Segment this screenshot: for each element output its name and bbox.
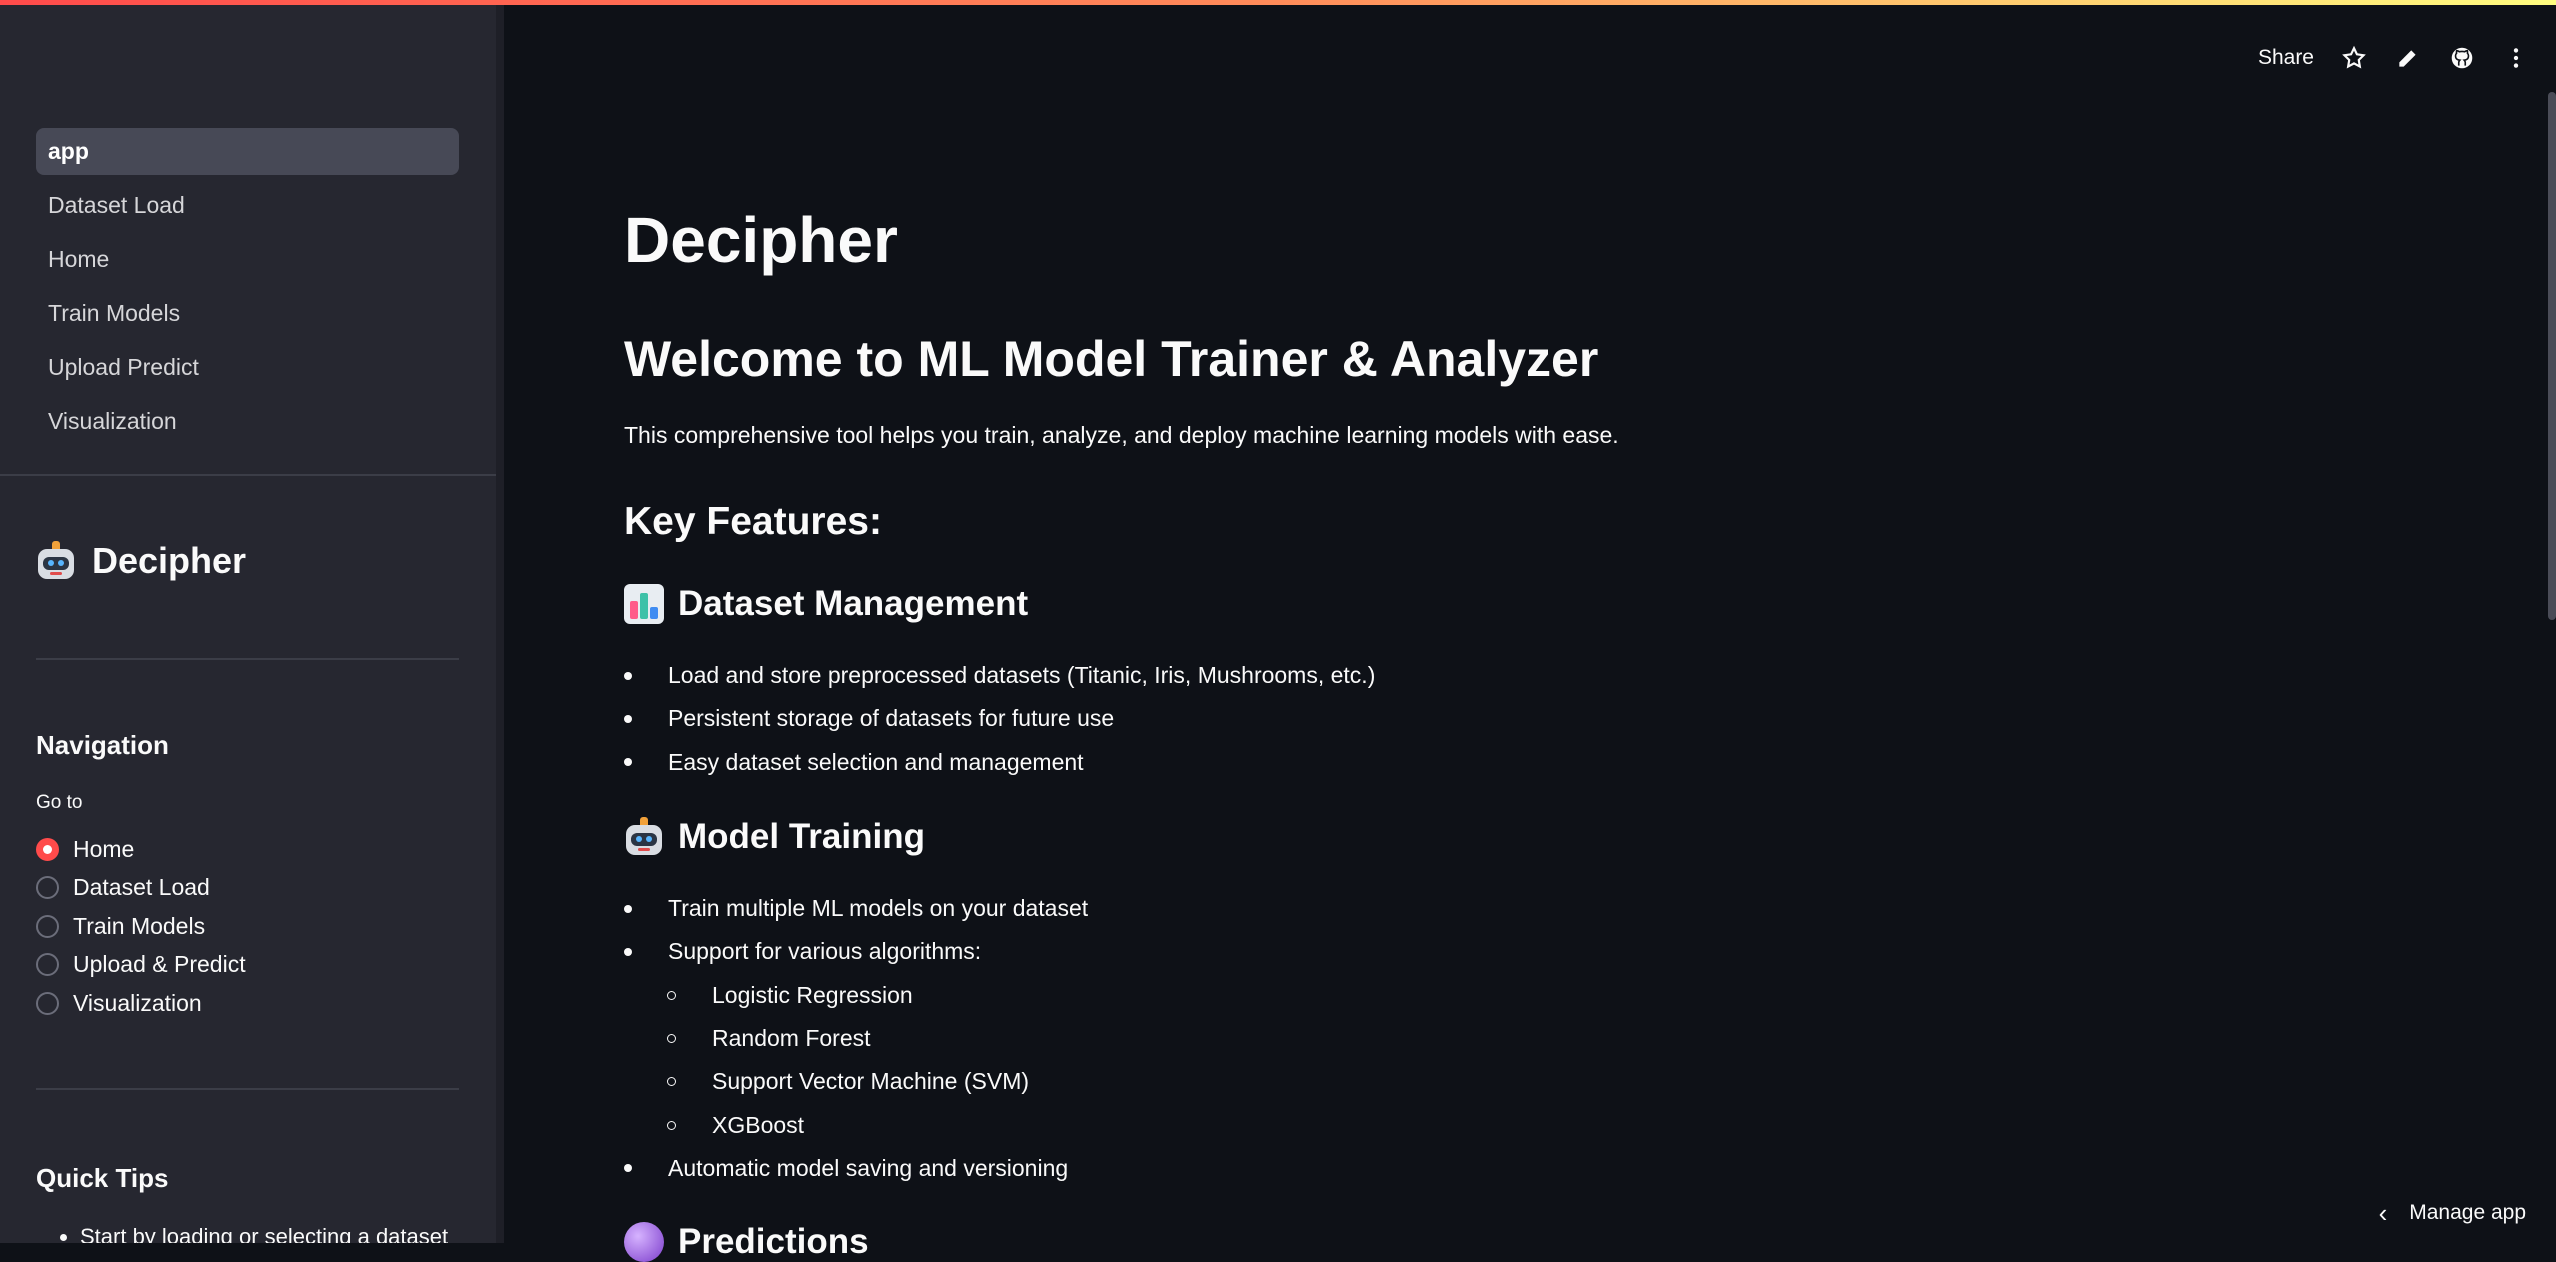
welcome-heading: Welcome to ML Model Trainer & Analyzer <box>624 330 1598 388</box>
page-title: Decipher <box>624 203 898 277</box>
list-item: Train multiple ML models on your dataset <box>624 887 1088 930</box>
dataset-features-list: Load and store preprocessed datasets (Ti… <box>624 654 1375 784</box>
manage-app-label: Manage app <box>2409 1201 2526 1225</box>
star-icon[interactable] <box>2340 44 2368 72</box>
navigation-radio-group: Home Dataset Load Train Models Upload & … <box>36 830 246 1023</box>
sub-list-item: XGBoost <box>624 1103 1088 1146</box>
robot-icon <box>624 817 664 857</box>
more-vertical-icon[interactable] <box>2502 44 2530 72</box>
section-model-training-heading: Model Training <box>624 817 925 857</box>
top-decoration-bar <box>0 0 2556 5</box>
chevron-left-icon: ‹ <box>2379 1198 2388 1229</box>
robot-icon <box>36 541 76 581</box>
page-link-visualization[interactable]: Visualization <box>36 398 459 445</box>
radio-button-checked[interactable] <box>36 838 59 861</box>
radio-option-home[interactable]: Home <box>36 830 246 869</box>
radio-option-label: Upload & Predict <box>73 951 246 978</box>
page-link-train-models[interactable]: Train Models <box>36 290 459 337</box>
crystal-ball-icon <box>624 1222 664 1262</box>
main-scrollbar[interactable] <box>2548 92 2556 620</box>
section-heading-text: Predictions <box>678 1222 869 1262</box>
quick-tips-list: Start by loading or selecting a dataset <box>80 1224 448 1243</box>
section-dataset-management-heading: Dataset Management <box>624 584 1028 624</box>
sidebar-divider <box>36 1088 459 1090</box>
radio-option-visualization[interactable]: Visualization <box>36 984 246 1023</box>
training-features-list: Train multiple ML models on your dataset… <box>624 887 1088 1190</box>
bar-chart-icon <box>624 584 664 624</box>
sub-list-item: Random Forest <box>624 1017 1088 1060</box>
sidebar-title-text: Decipher <box>92 540 246 582</box>
list-item: Persistent storage of datasets for futur… <box>624 697 1375 740</box>
section-heading-text: Model Training <box>678 817 925 857</box>
radio-option-upload-predict[interactable]: Upload & Predict <box>36 946 246 985</box>
key-features-heading: Key Features: <box>624 500 882 544</box>
sidebar-divider <box>36 658 459 660</box>
radio-option-label: Train Models <box>73 913 205 940</box>
radio-option-label: Visualization <box>73 990 202 1017</box>
list-item: Start by loading or selecting a dataset <box>80 1224 448 1243</box>
radio-button[interactable] <box>36 876 59 899</box>
goto-label: Go to <box>36 792 82 814</box>
list-item: Automatic model saving and versioning <box>624 1147 1088 1190</box>
section-heading-text: Dataset Management <box>678 584 1028 624</box>
github-icon[interactable] <box>2448 44 2476 72</box>
radio-option-label: Home <box>73 836 134 863</box>
intro-text: This comprehensive tool helps you train,… <box>624 422 1619 449</box>
app-toolbar: Share <box>2258 38 2556 78</box>
page-link-app[interactable]: app <box>36 128 459 175</box>
list-item: Load and store preprocessed datasets (Ti… <box>624 654 1375 697</box>
radio-button[interactable] <box>36 953 59 976</box>
sidebar-divider <box>0 474 496 476</box>
manage-app-button[interactable]: ‹ Manage app <box>2379 1193 2526 1233</box>
sub-list-item: Support Vector Machine (SVM) <box>624 1060 1088 1103</box>
page-link-upload-predict[interactable]: Upload Predict <box>36 344 459 391</box>
sidebar-title: Decipher <box>36 540 246 582</box>
list-item: Easy dataset selection and management <box>624 741 1375 784</box>
page-link-dataset-load[interactable]: Dataset Load <box>36 182 459 229</box>
page-link-home[interactable]: Home <box>36 236 459 283</box>
pencil-icon[interactable] <box>2394 44 2422 72</box>
radio-button[interactable] <box>36 992 59 1015</box>
radio-option-dataset-load[interactable]: Dataset Load <box>36 869 246 908</box>
quick-tips-heading: Quick Tips <box>36 1163 168 1194</box>
radio-option-train-models[interactable]: Train Models <box>36 907 246 946</box>
share-button[interactable]: Share <box>2258 46 2314 70</box>
radio-button[interactable] <box>36 915 59 938</box>
section-predictions-heading: Predictions <box>624 1222 869 1262</box>
list-item: Support for various algorithms: <box>624 930 1088 973</box>
pages-nav: app Dataset Load Home Train Models Uploa… <box>36 128 459 452</box>
radio-option-label: Dataset Load <box>73 874 210 901</box>
navigation-heading: Navigation <box>36 730 169 761</box>
sidebar-resize-handle[interactable] <box>496 5 504 1243</box>
sub-list-item: Logistic Regression <box>624 974 1088 1017</box>
sidebar: app Dataset Load Home Train Models Uploa… <box>0 5 496 1243</box>
